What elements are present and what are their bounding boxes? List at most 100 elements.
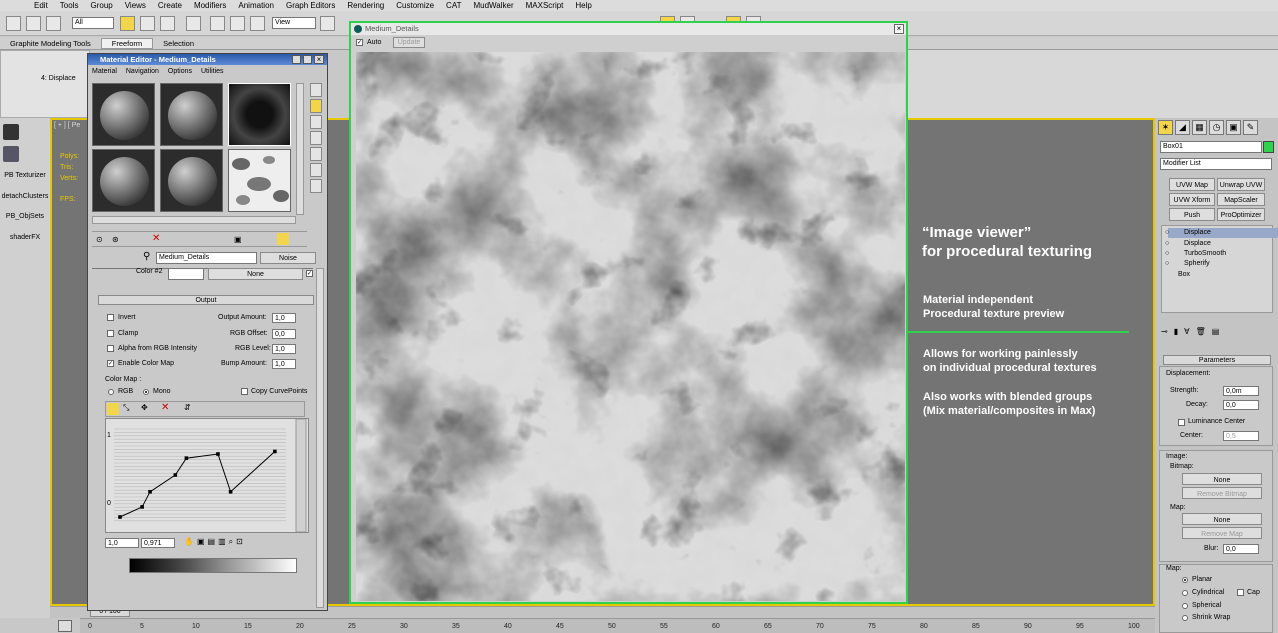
color2-map-button[interactable]: None bbox=[208, 268, 303, 280]
menu-animation[interactable]: Animation bbox=[238, 1, 274, 10]
remove-map-button[interactable]: Remove Map bbox=[1182, 527, 1262, 539]
curve-x-field[interactable]: 1,0 bbox=[105, 538, 139, 548]
mono-radio[interactable] bbox=[143, 389, 149, 395]
sample-slot-2[interactable] bbox=[160, 83, 223, 146]
menu-help[interactable]: Help bbox=[575, 1, 591, 10]
uvw-map-button[interactable]: UVW Map bbox=[1169, 178, 1215, 191]
parameters-rollout-header[interactable]: Parameters bbox=[1163, 355, 1271, 365]
get-material-icon[interactable]: ⊙ bbox=[96, 235, 103, 244]
map-type-button[interactable]: Noise bbox=[260, 252, 316, 264]
menu-tools[interactable]: Tools bbox=[60, 1, 79, 10]
sample-slot-4[interactable] bbox=[92, 149, 155, 212]
curve-point[interactable] bbox=[140, 505, 144, 509]
stack-item-box[interactable]: Box bbox=[1168, 270, 1278, 280]
remove-bitmap-button[interactable]: Remove Bitmap bbox=[1182, 487, 1262, 499]
rgb-radio[interactable] bbox=[108, 389, 114, 395]
lightbulb-icon[interactable]: ○ bbox=[1165, 260, 1169, 267]
rgb-level-spinner[interactable]: 1,0 bbox=[272, 344, 296, 354]
make-preview-icon[interactable] bbox=[310, 163, 322, 177]
lightbulb-icon[interactable]: ○ bbox=[1165, 229, 1169, 236]
configure-sets-icon[interactable]: ▤ bbox=[1212, 327, 1220, 336]
update-button[interactable]: Update bbox=[393, 37, 425, 48]
uvw-xform-button[interactable]: UVW Xform bbox=[1169, 193, 1215, 206]
eyedropper-icon[interactable]: ⚲ bbox=[143, 251, 150, 262]
zoom-horizontal-icon[interactable]: ▤ bbox=[208, 537, 216, 550]
menu-graph-editors[interactable]: Graph Editors bbox=[286, 1, 335, 10]
menu-cat[interactable]: CAT bbox=[446, 1, 461, 10]
rotate-icon[interactable] bbox=[230, 16, 245, 31]
show-end-result-icon[interactable]: ▮ bbox=[1174, 327, 1178, 336]
cap-checkbox[interactable] bbox=[1237, 589, 1244, 596]
clamp-checkbox[interactable] bbox=[107, 330, 114, 337]
menu-material[interactable]: Material bbox=[92, 68, 117, 75]
rgb-offset-spinner[interactable]: 0,0 bbox=[272, 329, 296, 339]
curve-point[interactable] bbox=[148, 490, 152, 494]
curve-point[interactable] bbox=[118, 515, 122, 519]
create-tab-icon[interactable]: ✶ bbox=[1158, 120, 1173, 135]
selection-filter-select[interactable]: All bbox=[72, 17, 114, 29]
hierarchy-tab-icon[interactable]: ▦ bbox=[1192, 120, 1207, 135]
object-name-field[interactable]: Box01 bbox=[1160, 141, 1262, 153]
planar-radio[interactable] bbox=[1182, 577, 1188, 583]
rect-selection-icon[interactable] bbox=[160, 16, 175, 31]
reset-map-icon[interactable]: ✕ bbox=[152, 233, 160, 244]
viewport-label[interactable]: [ + ] [ Pe bbox=[54, 122, 80, 129]
strength-spinner[interactable]: 0,0m bbox=[1223, 386, 1259, 396]
zoom-region-icon[interactable]: ⊡ bbox=[236, 537, 243, 550]
track-bar-toggle-icon[interactable] bbox=[58, 620, 72, 632]
auto-checkbox[interactable]: ✓ bbox=[356, 39, 363, 46]
map-button[interactable]: None bbox=[1182, 513, 1262, 525]
select-by-name-icon[interactable] bbox=[140, 16, 155, 31]
lightbulb-icon[interactable]: ○ bbox=[1165, 250, 1169, 257]
shrink-wrap-radio[interactable] bbox=[1182, 615, 1188, 621]
tab-graphite-modeling-tools[interactable]: Graphite Modeling Tools bbox=[0, 39, 101, 48]
output-rollout-header[interactable]: Output bbox=[98, 295, 314, 305]
noise-texture-preview[interactable] bbox=[356, 52, 905, 601]
output-amount-spinner[interactable]: 1,0 bbox=[272, 313, 296, 323]
link-icon[interactable] bbox=[6, 16, 21, 31]
select-object-icon[interactable] bbox=[120, 16, 135, 31]
tab-freeform[interactable]: Freeform bbox=[100, 37, 154, 49]
tool-icon[interactable] bbox=[3, 146, 19, 162]
uv-tiling-icon[interactable] bbox=[310, 131, 322, 145]
close-icon[interactable]: × bbox=[314, 55, 324, 64]
cylindrical-radio[interactable] bbox=[1182, 590, 1188, 596]
window-crossing-icon[interactable] bbox=[186, 16, 201, 31]
sample-slot-1[interactable] bbox=[92, 83, 155, 146]
move-icon[interactable] bbox=[210, 16, 225, 31]
menu-navigation[interactable]: Navigation bbox=[126, 68, 159, 75]
leftbar-item-detachclusters[interactable]: detachClusters bbox=[0, 193, 50, 200]
object-color-swatch[interactable] bbox=[1263, 141, 1274, 153]
sample-slot-3[interactable] bbox=[228, 83, 291, 146]
stack-item-displace-1[interactable]: Displace bbox=[1168, 228, 1278, 238]
menu-group[interactable]: Group bbox=[90, 1, 112, 10]
track-bar[interactable]: 0 5 10 15 20 25 30 35 40 45 50 55 60 65 70 75 80 85 90 95 10… bbox=[80, 618, 1155, 633]
scale-point-icon[interactable]: ⤡ bbox=[123, 403, 129, 413]
sample-type-icon[interactable] bbox=[310, 83, 322, 97]
backlight-icon[interactable] bbox=[310, 99, 322, 113]
slots-scrollbar[interactable] bbox=[296, 83, 304, 215]
menu-maxscript[interactable]: MAXScript bbox=[526, 1, 564, 10]
reference-coord-select[interactable]: View bbox=[272, 17, 316, 29]
zoom-icon[interactable]: ⌕ bbox=[229, 537, 233, 550]
curve-graph[interactable] bbox=[105, 418, 309, 533]
curve-point[interactable] bbox=[216, 452, 220, 456]
sample-slot-6[interactable] bbox=[228, 149, 291, 212]
leftbar-item-shaderfx[interactable]: shaderFX bbox=[0, 234, 50, 241]
delete-point-icon[interactable]: ✕ bbox=[161, 402, 169, 413]
pan-icon[interactable]: ✋ bbox=[184, 537, 194, 550]
curve-y-field[interactable]: 0,971 bbox=[141, 538, 175, 548]
minimize-icon[interactable] bbox=[292, 55, 301, 64]
unlink-icon[interactable] bbox=[26, 16, 41, 31]
curve-point[interactable] bbox=[228, 490, 233, 494]
color2-swatch[interactable] bbox=[168, 268, 204, 280]
stack-item-spherify[interactable]: Spherify bbox=[1168, 259, 1278, 269]
push-button[interactable]: Push bbox=[1169, 208, 1215, 221]
map-name-field[interactable]: Medium_Details bbox=[156, 252, 257, 264]
leftbar-item-pb-texturizer[interactable]: PB Texturizer bbox=[0, 172, 50, 179]
put-to-scene-icon[interactable]: ⊛ bbox=[112, 235, 119, 244]
tab-selection[interactable]: Selection bbox=[153, 39, 204, 48]
motion-tab-icon[interactable]: ◷ bbox=[1209, 120, 1224, 135]
menu-views[interactable]: Views bbox=[125, 1, 146, 10]
prooptimizer-button[interactable]: ProOptimizer bbox=[1217, 208, 1265, 221]
